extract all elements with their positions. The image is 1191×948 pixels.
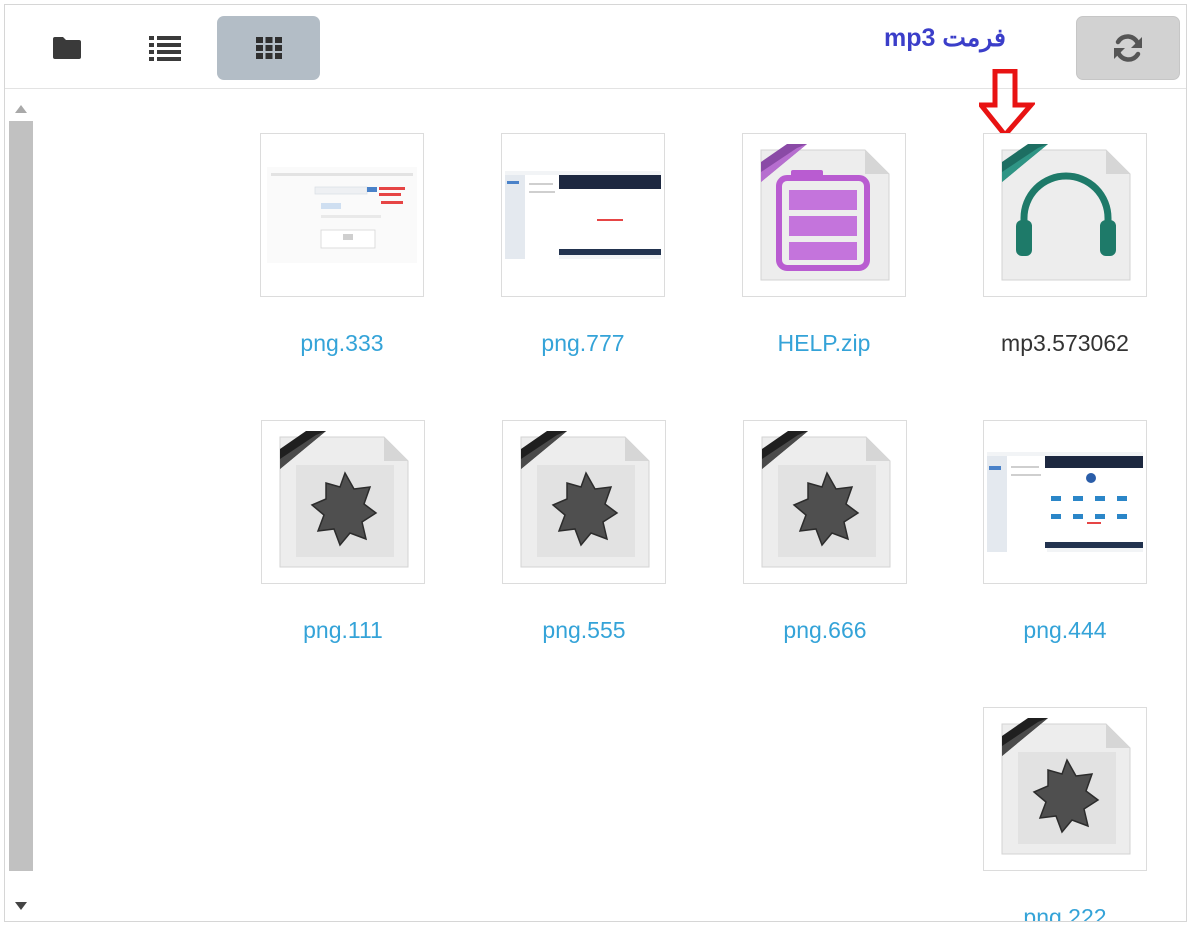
- file-name-link[interactable]: png.333: [259, 330, 425, 357]
- file-item-png-444[interactable]: png.444: [982, 420, 1148, 644]
- grid-view-button[interactable]: [217, 16, 320, 80]
- refresh-icon: [1114, 34, 1142, 62]
- file-item-png-555[interactable]: png.555: [501, 420, 667, 644]
- file-thumbnail[interactable]: [501, 133, 665, 297]
- image-file-icon: [1001, 718, 1131, 855]
- scrollbar-thumb[interactable]: [9, 121, 33, 871]
- annotation-label: فرمت mp3: [883, 24, 1007, 52]
- archive-file-icon: [760, 144, 890, 281]
- file-name-link[interactable]: png.555: [501, 617, 667, 644]
- scroll-down-arrow-icon[interactable]: [14, 901, 28, 911]
- file-thumbnail[interactable]: [260, 133, 424, 297]
- folder-view-button[interactable]: [15, 16, 118, 80]
- file-name-label[interactable]: mp3.573062: [982, 330, 1148, 357]
- file-thumbnail[interactable]: [742, 133, 906, 297]
- scroll-up-arrow-icon[interactable]: [14, 104, 28, 114]
- file-name-link[interactable]: png.222: [982, 904, 1148, 921]
- file-item-png-222[interactable]: png.222: [982, 707, 1148, 921]
- file-thumbnail[interactable]: [983, 420, 1147, 584]
- file-thumbnail[interactable]: [983, 133, 1147, 297]
- file-name-link[interactable]: HELP.zip: [741, 330, 907, 357]
- image-file-icon: [761, 431, 891, 568]
- file-item-mp3-573062[interactable]: mp3.573062: [982, 133, 1148, 357]
- file-item-png-777[interactable]: png.777: [500, 133, 666, 357]
- file-thumbnail[interactable]: [983, 707, 1147, 871]
- file-item-png-111[interactable]: png.111: [260, 420, 426, 644]
- image-file-icon: [279, 431, 409, 568]
- file-name-link[interactable]: png.666: [742, 617, 908, 644]
- refresh-button[interactable]: [1076, 16, 1180, 80]
- file-item-help-zip[interactable]: HELP.zip: [741, 133, 907, 357]
- screenshot-thumbnail: [505, 171, 661, 259]
- grid-icon: [255, 37, 282, 59]
- file-name-link[interactable]: png.777: [500, 330, 666, 357]
- list-icon: [148, 36, 181, 61]
- list-view-button[interactable]: [113, 16, 216, 80]
- file-thumbnail[interactable]: [261, 420, 425, 584]
- image-file-icon: [520, 431, 650, 568]
- screenshot-thumbnail: [267, 167, 417, 263]
- down-arrow-annotation: [979, 69, 1035, 139]
- screenshot-thumbnail: [987, 452, 1143, 552]
- file-thumbnail[interactable]: [502, 420, 666, 584]
- file-name-link[interactable]: png.444: [982, 617, 1148, 644]
- file-name-link[interactable]: png.111: [260, 617, 426, 644]
- file-item-png-333[interactable]: png.333: [259, 133, 425, 357]
- folder-icon: [52, 37, 81, 59]
- vertical-scrollbar[interactable]: [5, 89, 37, 921]
- file-thumbnail[interactable]: [743, 420, 907, 584]
- file-manager-panel: فرمت mp3 png.333 png.777 HELP.zip mp3.57…: [4, 4, 1187, 922]
- audio-file-icon: [1001, 144, 1131, 281]
- file-item-png-666[interactable]: png.666: [742, 420, 908, 644]
